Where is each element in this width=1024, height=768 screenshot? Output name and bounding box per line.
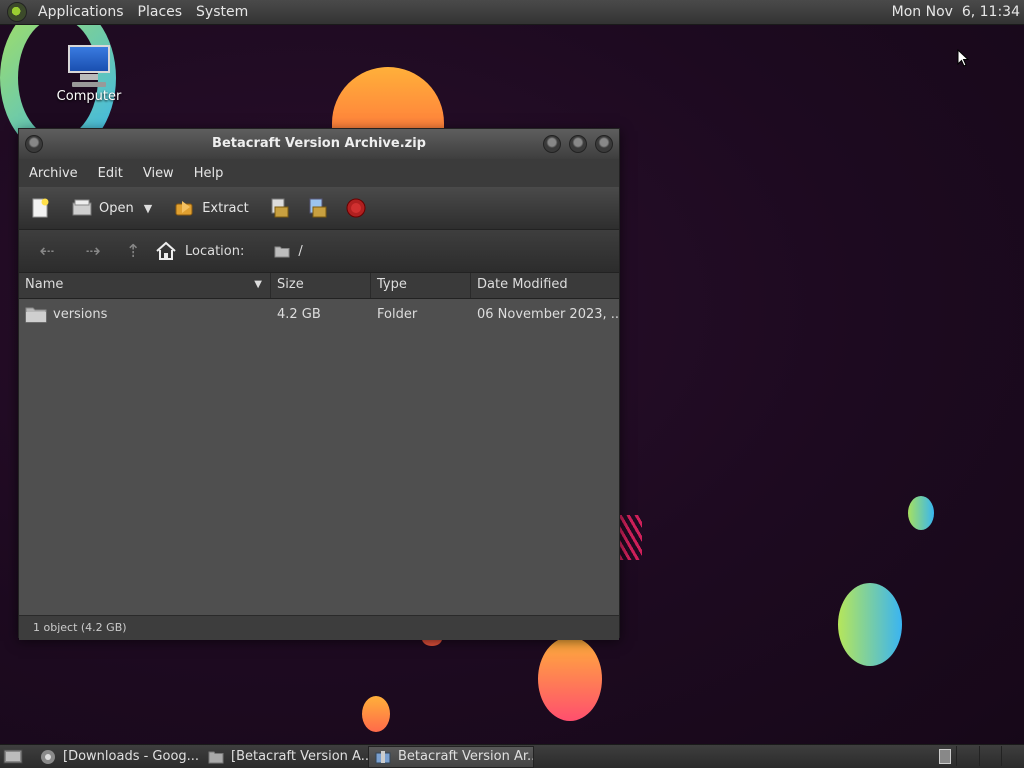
workspace-2[interactable] (957, 746, 980, 766)
folder-icon (208, 751, 224, 763)
wallpaper-blob (362, 696, 390, 732)
workspace-switcher[interactable] (934, 746, 1024, 768)
wallpaper-blob (908, 496, 934, 530)
sort-chevron-down-icon: ▼ (254, 279, 262, 290)
window-title: Betacraft Version Archive.zip (212, 136, 426, 151)
minimize-button[interactable] (543, 135, 561, 153)
table-row[interactable]: versions 4.2 GB Folder 06 November 2023,… (19, 299, 619, 329)
menu-view[interactable]: View (133, 166, 184, 181)
close-button[interactable] (595, 135, 613, 153)
up-arrow-icon[interactable]: ⇡ (113, 241, 153, 262)
maximize-button[interactable] (569, 135, 587, 153)
computer-icon (66, 45, 112, 87)
location-bar: ⇠ ⇢ ⇡ Location: / (19, 229, 619, 272)
open-archive-icon[interactable] (71, 197, 93, 219)
taskbar: [Downloads - Goog... [Betacraft Version … (0, 744, 1024, 768)
menubar: Archive Edit View Help (19, 159, 619, 187)
workspace-4[interactable] (1002, 746, 1024, 766)
archive-icon (375, 750, 391, 763)
window-titlebar[interactable]: Betacraft Version Archive.zip (19, 129, 619, 159)
clock[interactable]: Mon Nov 6, 11:34 (892, 4, 1020, 20)
desktop-icon-label: Computer (56, 89, 122, 104)
extract-button[interactable]: Extract (202, 201, 249, 216)
file-type: Folder (377, 306, 418, 322)
menu-system[interactable]: System (189, 4, 255, 20)
desktop-icon-computer[interactable]: Computer (50, 45, 128, 104)
open-button[interactable]: Open (99, 201, 134, 216)
file-size: 4.2 GB (277, 306, 321, 322)
file-list: versions 4.2 GB Folder 06 November 2023,… (19, 299, 619, 615)
taskbar-item-chrome[interactable]: [Downloads - Goog... (34, 746, 202, 768)
column-header: Name ▼ Size Type Date Modified (19, 272, 619, 299)
new-archive-icon[interactable] (29, 197, 51, 219)
window-menu-button[interactable] (25, 135, 43, 153)
column-size[interactable]: Size (271, 273, 371, 298)
show-desktop-icon[interactable] (2, 747, 26, 767)
file-date: 06 November 2023, ... (477, 306, 619, 322)
workspace-3[interactable] (980, 746, 1003, 766)
workspace-1[interactable] (934, 746, 957, 766)
menu-help[interactable]: Help (184, 166, 234, 181)
add-folder-icon[interactable] (307, 197, 329, 219)
open-dropdown-chevron-down-icon[interactable]: ▼ (144, 202, 152, 215)
menu-applications[interactable]: Applications (31, 4, 131, 20)
wallpaper-blob (332, 67, 444, 137)
status-bar: 1 object (4.2 GB) (19, 615, 619, 640)
column-date-modified[interactable]: Date Modified (471, 273, 619, 298)
taskbar-item-archive-manager[interactable]: Betacraft Version Ar... (368, 745, 534, 768)
stop-icon[interactable] (345, 197, 367, 219)
extract-icon[interactable] (174, 197, 196, 219)
add-files-icon[interactable] (269, 197, 291, 219)
column-type[interactable]: Type (371, 273, 471, 298)
chrome-icon (41, 749, 55, 764)
column-name[interactable]: Name ▼ (19, 273, 271, 298)
wallpaper-blob (538, 637, 602, 721)
menu-places[interactable]: Places (131, 4, 190, 20)
location-label: Location: (185, 243, 245, 259)
wallpaper-blob (838, 583, 902, 666)
folder-icon (25, 307, 47, 322)
toolbar: Open ▼ Extract (19, 187, 619, 229)
home-icon[interactable] (155, 241, 177, 261)
folder-icon (274, 246, 290, 257)
wallpaper-stripes (620, 515, 642, 560)
back-arrow-icon[interactable]: ⇠ (27, 241, 67, 262)
taskbar-item-file-manager[interactable]: [Betacraft Version A... (202, 746, 368, 768)
menu-archive[interactable]: Archive (19, 166, 88, 181)
archive-manager-window: Betacraft Version Archive.zip Archive Ed… (18, 128, 620, 640)
location-path[interactable]: / (298, 244, 302, 259)
top-panel: Applications Places System Mon Nov 6, 11… (0, 0, 1024, 25)
forward-arrow-icon[interactable]: ⇢ (73, 241, 113, 262)
file-name: versions (53, 306, 108, 322)
distro-logo-icon[interactable] (7, 2, 27, 22)
menu-edit[interactable]: Edit (88, 166, 133, 181)
mouse-cursor-icon (957, 49, 969, 67)
